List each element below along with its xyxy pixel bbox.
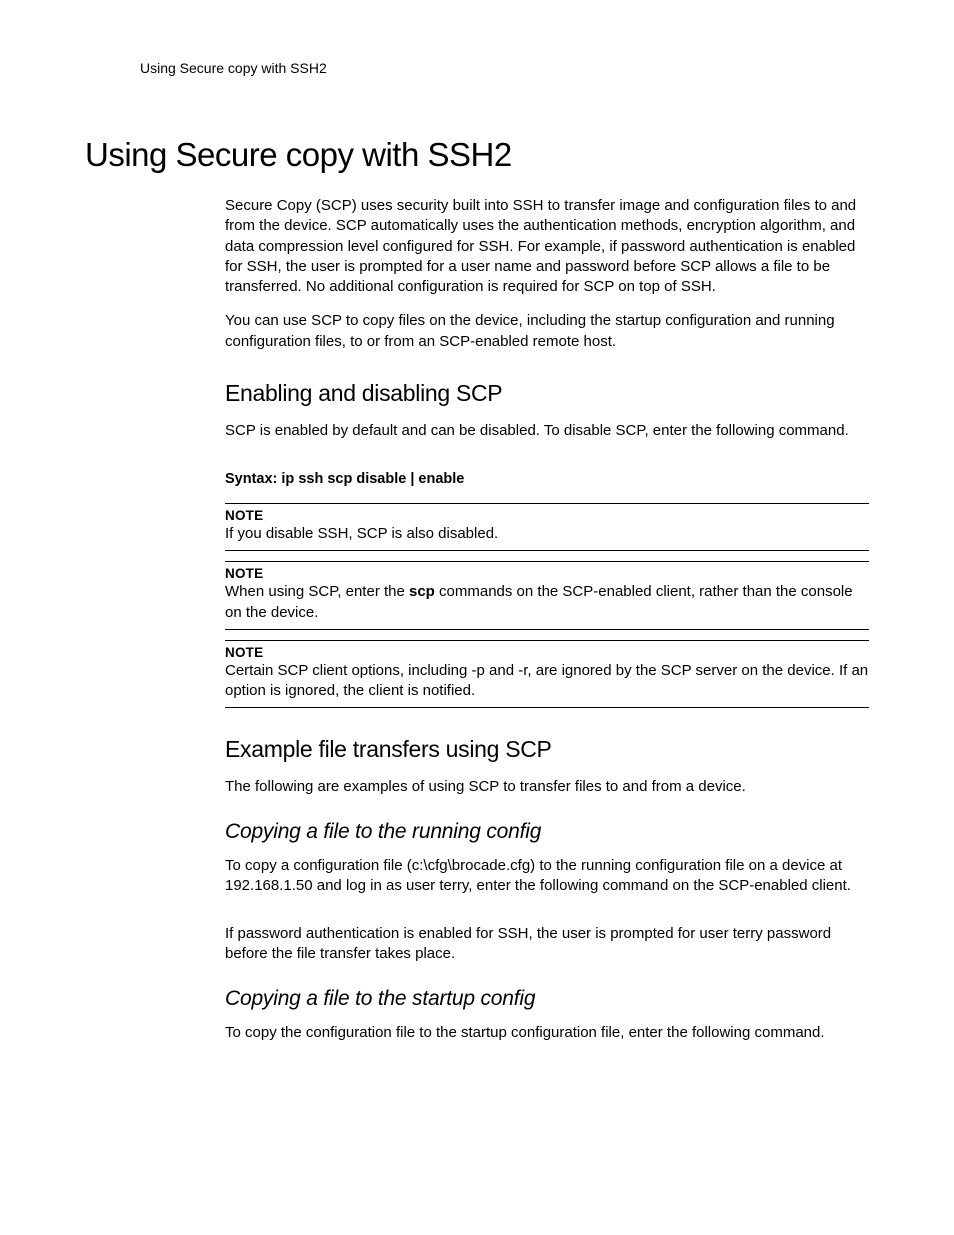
page: Using Secure copy with SSH2 Using Secure… — [0, 0, 954, 1235]
note2-pre: When using SCP, enter the — [225, 583, 409, 600]
note-label: NOTE — [225, 566, 869, 581]
subsection-running-config-title: Copying a file to the running config — [225, 820, 869, 844]
body-content: Secure Copy (SCP) uses security built in… — [225, 196, 869, 1043]
note-block-2: NOTE When using SCP, enter the scp comma… — [225, 561, 869, 630]
subsection-running-config-p1: To copy a configuration file (c:\cfg\bro… — [225, 856, 869, 897]
subsection-running-config-p2: If password authentication is enabled fo… — [225, 924, 869, 965]
note-text-3: Certain SCP client options, including -p… — [225, 662, 868, 699]
note-label: NOTE — [225, 645, 869, 660]
subsection-startup-config-p1: To copy the configuration file to the st… — [225, 1023, 869, 1043]
note-block-3: NOTE Certain SCP client options, includi… — [225, 640, 869, 709]
note-text-2: When using SCP, enter the scp commands o… — [225, 583, 853, 620]
note2-bold-scp: scp — [409, 583, 435, 600]
section-example-paragraph: The following are examples of using SCP … — [225, 777, 869, 797]
intro-paragraph-2: You can use SCP to copy files on the dev… — [225, 311, 869, 352]
intro-paragraph-1: Secure Copy (SCP) uses security built in… — [225, 196, 869, 297]
section-enabling-title: Enabling and disabling SCP — [225, 380, 869, 407]
main-title: Using Secure copy with SSH2 — [85, 136, 869, 174]
section-example-title: Example file transfers using SCP — [225, 736, 869, 763]
note-text-1: If you disable SSH, SCP is also disabled… — [225, 525, 498, 542]
note-label: NOTE — [225, 508, 869, 523]
running-header: Using Secure copy with SSH2 — [140, 60, 869, 76]
syntax-line: Syntax: ip ssh scp disable | enable — [225, 471, 869, 487]
section-enabling-paragraph: SCP is enabled by default and can be dis… — [225, 421, 869, 441]
subsection-startup-config-title: Copying a file to the startup config — [225, 987, 869, 1011]
note-block-1: NOTE If you disable SSH, SCP is also dis… — [225, 503, 869, 551]
